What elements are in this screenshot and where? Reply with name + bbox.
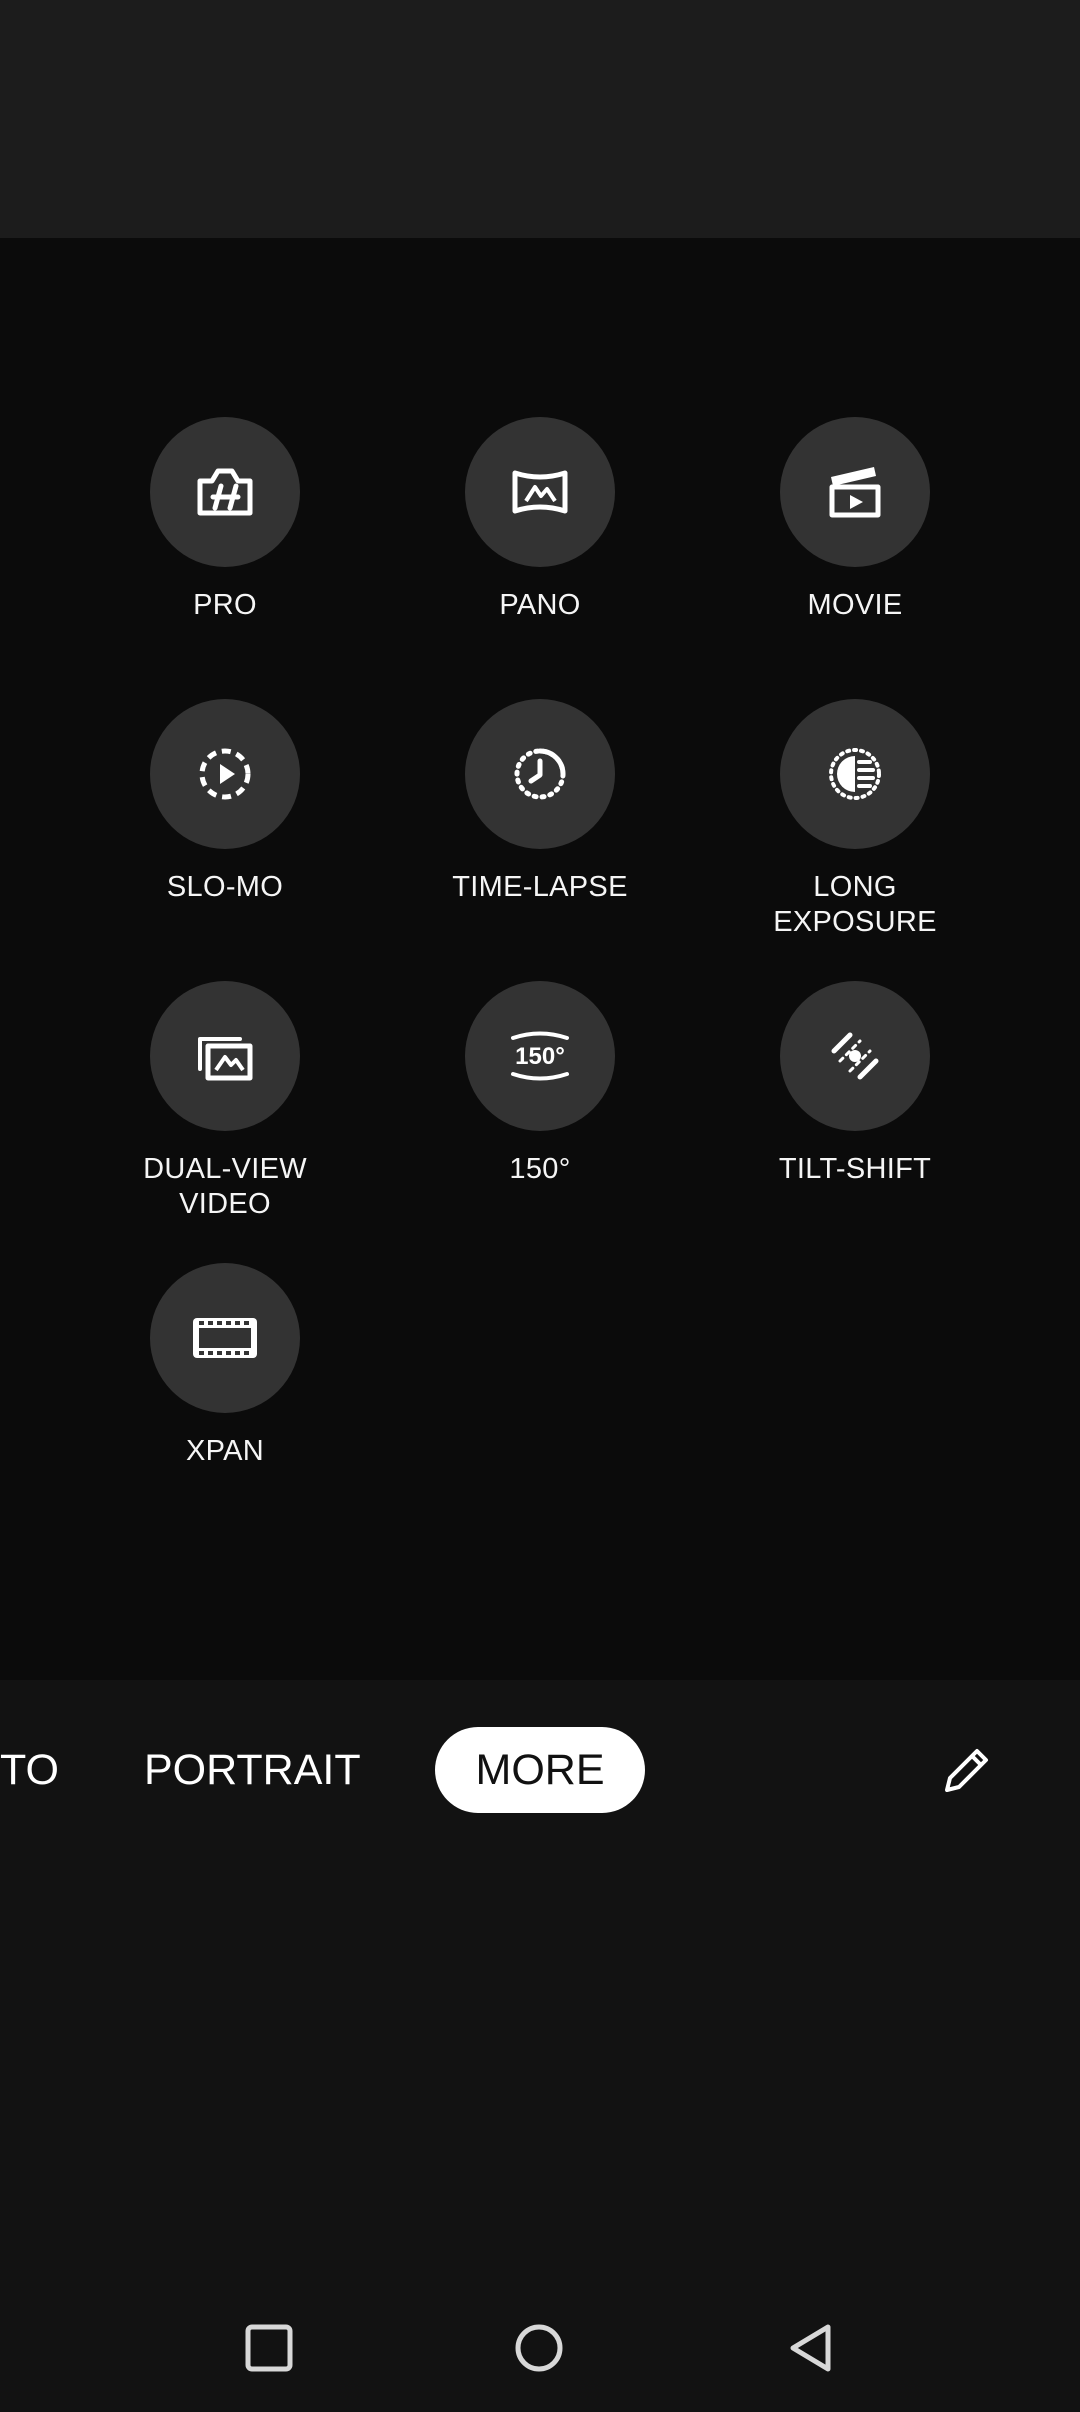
mode-dual-view-video[interactable]: DUAL-VIEW VIDEO: [75, 981, 375, 1222]
mode-long-exposure-button[interactable]: [780, 699, 930, 849]
mode-long-exposure[interactable]: LONG EXPOSURE: [705, 699, 1005, 940]
mode-pro-button[interactable]: [150, 417, 300, 567]
long-exposure-icon: [829, 748, 881, 800]
mode-movie-button[interactable]: [780, 417, 930, 567]
camera-app: PRO PANO MOVIE SLO-MO TIME-LAPSE LONG EX…: [0, 0, 1080, 2412]
mode-xpan-button[interactable]: [150, 1263, 300, 1413]
pencil-icon[interactable]: [937, 1740, 997, 1800]
xpan-film-icon: [193, 1318, 257, 1358]
mode-tilt-shift-button[interactable]: [780, 981, 930, 1131]
more-modes-panel: PRO PANO MOVIE SLO-MO TIME-LAPSE LONG EX…: [0, 238, 1080, 1680]
mode-label: SLO-MO: [166, 871, 284, 903]
timelapse-icon: [514, 748, 566, 800]
wide-angle-150-icon: 150°: [511, 1031, 569, 1081]
hasselblad-camera-icon: [197, 468, 253, 516]
mode-label: TIME-LAPSE: [452, 871, 628, 903]
mode-label: 150°: [509, 1153, 571, 1185]
top-bar: [0, 0, 1080, 238]
square-icon[interactable]: [239, 2318, 299, 2378]
wide-angle-150-text: 150°: [515, 1043, 565, 1070]
mode-pro[interactable]: PRO: [75, 417, 375, 623]
mode-slo-mo-button[interactable]: [150, 699, 300, 849]
mode-tab-photo[interactable]: TO: [0, 1727, 59, 1813]
mode-slo-mo[interactable]: SLO-MO: [75, 699, 375, 905]
mode-label: XPAN: [185, 1435, 265, 1467]
mode-tab-more-selected[interactable]: MORE: [435, 1727, 645, 1813]
triangle-back-icon[interactable]: [781, 2318, 841, 2378]
mode-label: DUAL-VIEW VIDEO: [143, 1153, 307, 1220]
mode-tab-portrait[interactable]: PORTRAIT: [144, 1727, 361, 1813]
mode-xpan[interactable]: XPAN: [75, 1263, 375, 1469]
mode-label: MOVIE: [807, 589, 903, 621]
mode-150-button[interactable]: 150°: [465, 981, 615, 1131]
mode-dual-view-button[interactable]: [150, 981, 300, 1131]
mode-pano-button[interactable]: [465, 417, 615, 567]
dual-view-icon: [198, 1037, 253, 1081]
mode-label: LONG EXPOSURE: [773, 871, 937, 938]
tilt-shift-icon: [831, 1032, 879, 1080]
panorama-icon: [512, 470, 568, 514]
mode-time-lapse-button[interactable]: [465, 699, 615, 849]
mode-150[interactable]: 150° 150°: [390, 981, 690, 1187]
mode-time-lapse[interactable]: TIME-LAPSE: [390, 699, 690, 905]
circle-icon[interactable]: [509, 2318, 569, 2378]
mode-tilt-shift[interactable]: TILT-SHIFT: [705, 981, 1005, 1187]
mode-label: PRO: [193, 589, 257, 621]
slow-motion-icon: [199, 748, 251, 800]
mode-movie[interactable]: MOVIE: [705, 417, 1005, 623]
mode-label: PANO: [499, 589, 581, 621]
mode-label: TILT-SHIFT: [778, 1153, 932, 1185]
mode-pano[interactable]: PANO: [390, 417, 690, 623]
clapperboard-icon: [829, 467, 881, 518]
